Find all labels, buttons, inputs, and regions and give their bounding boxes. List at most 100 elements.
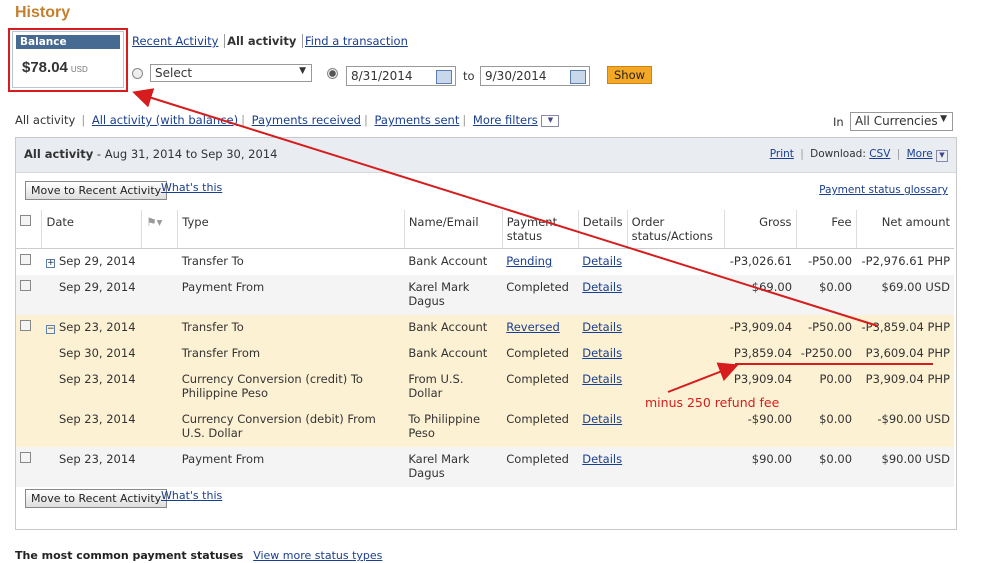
row-checkbox[interactable] (20, 254, 31, 265)
find-transaction-link[interactable]: Find a transaction (305, 34, 408, 48)
row-type: Transfer To (181, 254, 244, 268)
name-column-header[interactable]: Name/Email (404, 210, 503, 249)
row-gross: -P3,026.61 (729, 254, 793, 268)
row-order (627, 314, 725, 341)
row-order (627, 274, 725, 315)
type-column-header[interactable]: Type (177, 210, 405, 249)
common-statuses-text: The most common payment statuses (15, 549, 244, 562)
row-date: Sep 23, 2014 (41, 446, 178, 487)
select-all-checkbox[interactable] (20, 215, 31, 226)
recent-activity-link[interactable]: Recent Activity (132, 34, 218, 48)
row-status-link[interactable]: Reversed (506, 320, 560, 334)
row-date: Sep 29, 2014 (58, 254, 136, 268)
move-to-recent-button[interactable]: Move to Recent Activity (25, 488, 168, 508)
balance-amount: $78.04 (22, 59, 68, 76)
flag-column-header[interactable]: ⚑▾ (141, 210, 179, 249)
row-date: Sep 30, 2014 (41, 340, 178, 367)
collapse-icon[interactable]: − (45, 324, 55, 334)
more-link[interactable]: More (907, 148, 933, 160)
row-order (627, 446, 725, 487)
print-link[interactable]: Print (770, 148, 794, 160)
row-checkbox[interactable] (20, 451, 31, 463)
row-details-link[interactable]: Details (582, 372, 622, 386)
table-row[interactable]: Sep 23, 2014 Payment From Karel Mark Dag… (16, 446, 954, 487)
move-to-recent-button[interactable]: Move to Recent Activity (25, 181, 168, 200)
from-date-value: 8/31/2014 (351, 69, 413, 83)
chevron-down-icon[interactable]: ▼ (936, 150, 948, 162)
view-more-status-link[interactable]: View more status types (253, 549, 382, 562)
row-date: Sep 23, 2014 (41, 366, 178, 407)
table-row[interactable]: Sep 23, 2014 Currency Conversion (debit)… (16, 406, 954, 447)
row-fee: $0.00 (796, 446, 857, 487)
select-radio[interactable] (132, 68, 143, 79)
to-date-input[interactable]: 9/30/2014 (480, 66, 590, 86)
dropdown-arrow-icon: ▼ (299, 66, 306, 76)
dropdown-arrow-icon: ▼ (940, 114, 947, 124)
balance-currency: USD (70, 65, 88, 74)
row-status: Completed (502, 274, 579, 315)
date-range-radio[interactable] (327, 68, 338, 79)
activity-panel: All activity - Aug 31, 2014 to Sep 30, 2… (15, 137, 957, 530)
expand-icon[interactable]: + (45, 259, 55, 268)
row-date: Sep 23, 2014 (41, 406, 178, 447)
table-row[interactable]: Sep 23, 2014 Currency Conversion (credit… (16, 366, 954, 407)
row-details-link[interactable]: Details (582, 452, 622, 466)
chevron-down-icon[interactable]: ▼ (541, 114, 560, 127)
table-row[interactable]: + Sep 29, 2014 Transfer To Bank Account P… (16, 249, 954, 275)
row-details-link[interactable]: Details (582, 320, 622, 334)
panel-header: All activity - Aug 31, 2014 to Sep 30, 2… (16, 138, 956, 173)
row-details-link[interactable]: Details (582, 412, 622, 426)
period-select[interactable]: Select ▼ (150, 64, 312, 82)
table-row[interactable]: Sep 29, 2014 Payment From Karel Mark Dag… (16, 274, 954, 315)
table-row[interactable]: Sep 30, 2014 Transfer From Bank Account … (16, 340, 954, 367)
transactions-table: Date ⚑▾ Type Name/Email Payment status D… (16, 210, 954, 487)
whats-this-link[interactable]: What's this (161, 489, 222, 502)
view-links: Recent Activity All activity Find a tran… (132, 34, 408, 48)
more-filters-link[interactable]: More filters (473, 113, 538, 127)
gross-column-header[interactable]: Gross (724, 210, 797, 249)
date-column-header[interactable]: Date (41, 210, 143, 249)
row-fee: P0.00 (796, 366, 857, 407)
calendar-icon[interactable] (436, 70, 452, 84)
payment-status-glossary-link[interactable]: Payment status glossary (819, 184, 948, 196)
row-net: $69.00 USD (856, 274, 954, 315)
row-net: P3,609.04 PHP (856, 340, 954, 367)
row-details-link[interactable]: Details (582, 254, 622, 268)
calendar-icon[interactable] (570, 70, 586, 84)
csv-link[interactable]: CSV (869, 148, 890, 160)
row-gross: $69.00 (724, 274, 797, 315)
row-status-link[interactable]: Pending (506, 254, 552, 268)
row-type: Transfer From (177, 340, 405, 367)
row-type: Payment From (177, 446, 405, 487)
flag-icon[interactable]: ⚑▾ (146, 215, 162, 229)
from-date-input[interactable]: 8/31/2014 (346, 66, 456, 86)
row-net: -P3,859.04 PHP (856, 314, 954, 341)
show-button[interactable]: Show (607, 66, 652, 84)
currency-in-label: In (833, 115, 844, 129)
whats-this-link[interactable]: What's this (161, 181, 222, 194)
row-gross: -$90.00 (724, 406, 797, 447)
fee-column-header[interactable]: Fee (796, 210, 857, 249)
row-status: Completed (502, 406, 579, 447)
currency-select[interactable]: All Currencies ▼ (850, 112, 953, 131)
page-title: History (15, 4, 71, 21)
row-details-link[interactable]: Details (582, 280, 622, 294)
table-row[interactable]: − Sep 23, 2014 Transfer To Bank Account R… (16, 314, 954, 341)
annotation-text: minus 250 refund fee (645, 395, 780, 410)
row-order (627, 340, 725, 367)
details-column-header: Details (578, 210, 628, 249)
net-column-header[interactable]: Net amount (856, 210, 954, 249)
period-select-value: Select (155, 66, 193, 80)
row-checkbox[interactable] (20, 319, 31, 331)
row-checkbox[interactable] (20, 279, 31, 291)
tab-all-activity[interactable]: All activity (15, 113, 78, 127)
row-details-link[interactable]: Details (582, 346, 622, 360)
row-fee: -P50.00 (796, 314, 857, 341)
tab-payments-received[interactable]: Payments received (252, 113, 361, 127)
tab-all-activity-balance[interactable]: All activity (with balance) (92, 113, 238, 127)
tab-payments-sent[interactable]: Payments sent (375, 113, 460, 127)
row-fee: $0.00 (796, 274, 857, 315)
row-net: -P2,976.61 PHP (861, 254, 950, 268)
status-column-header[interactable]: Payment status (502, 210, 579, 249)
row-date: Sep 23, 2014 (58, 319, 136, 334)
